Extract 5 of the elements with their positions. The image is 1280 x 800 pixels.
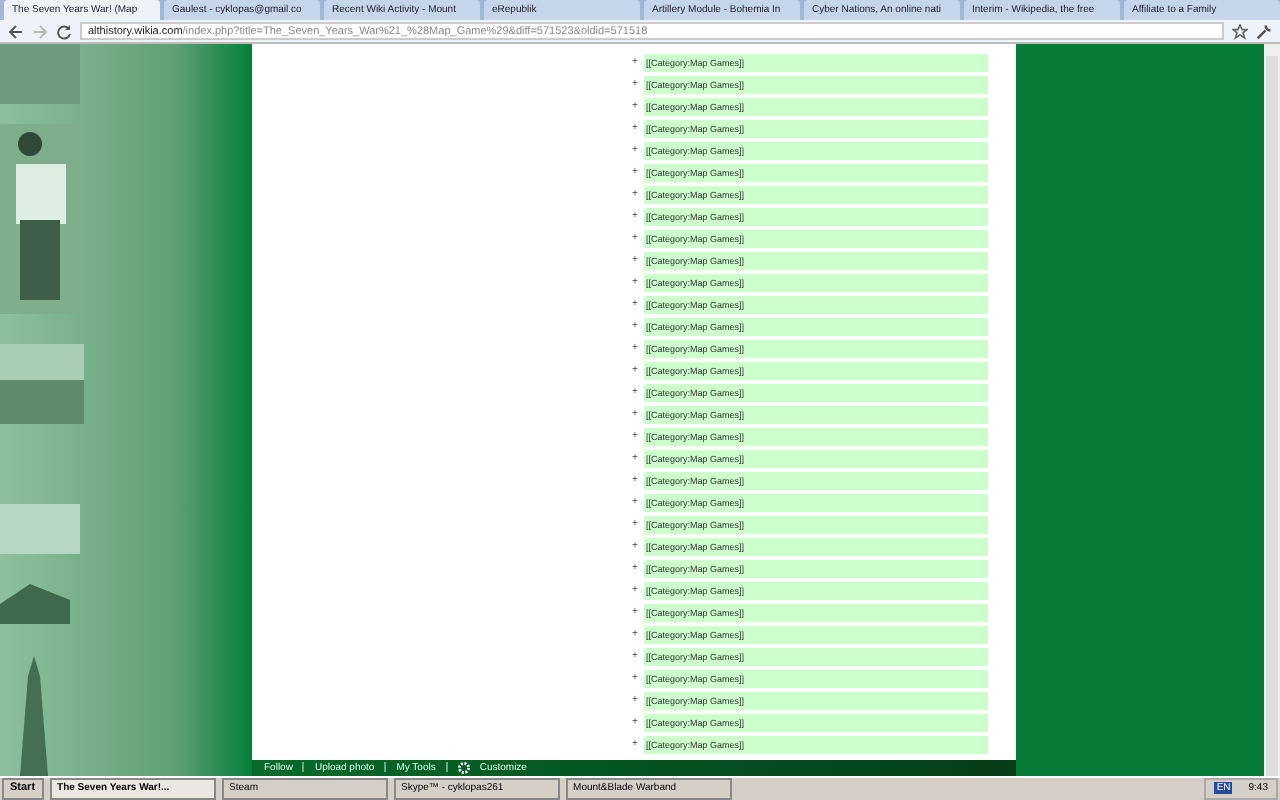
reload-icon[interactable] (56, 23, 72, 40)
scrollbar[interactable] (1264, 43, 1280, 776)
star-icon[interactable] (1232, 23, 1248, 40)
back-icon[interactable] (8, 23, 24, 40)
wrench-icon[interactable] (1256, 23, 1272, 40)
